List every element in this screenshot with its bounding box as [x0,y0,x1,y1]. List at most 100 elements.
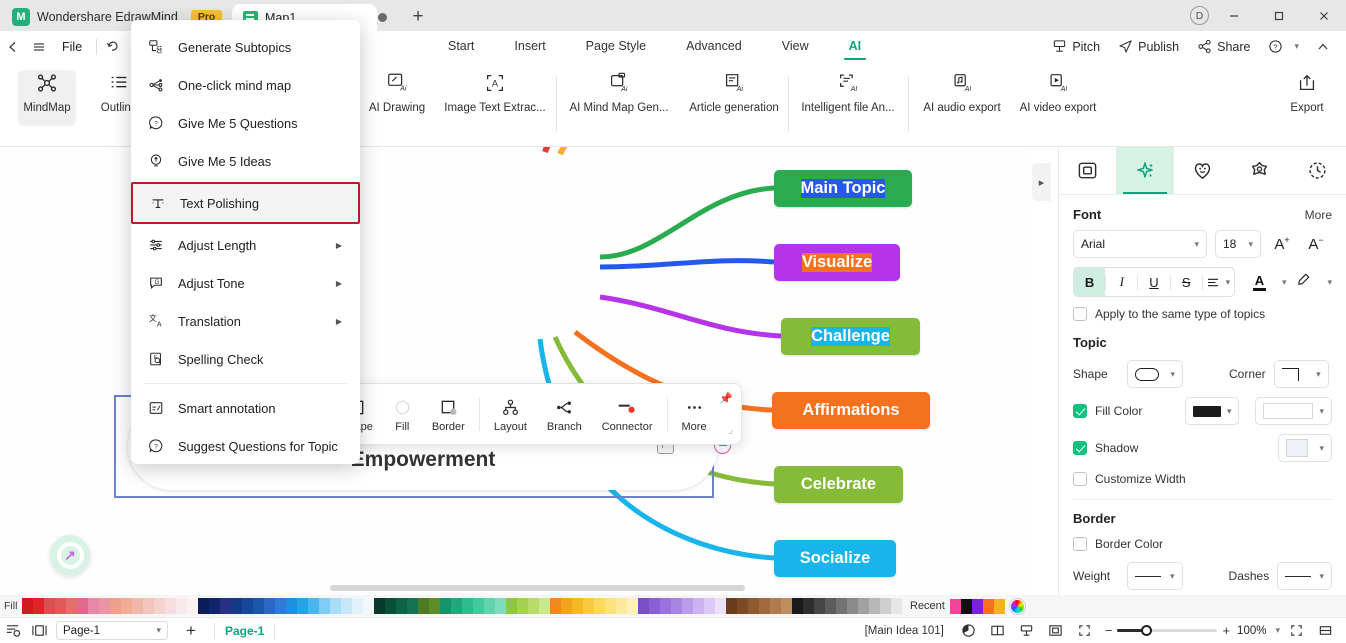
menu-item-generate-subtopics[interactable]: Generate Subtopics [131,28,360,66]
fill-swatch[interactable] [374,598,385,614]
help-caret-icon[interactable]: ▾ [1294,41,1299,52]
topic-format-toolbar[interactable]: Shape Fill Border Layout [330,383,742,445]
fill-swatch[interactable] [286,598,297,614]
zoom-slider[interactable] [1117,625,1218,636]
avatar[interactable]: D [1190,6,1209,25]
tab-history-panel[interactable] [1289,147,1346,194]
topic-node-celebrate[interactable]: Celebrate [774,466,903,503]
fit-screen-icon[interactable] [1283,618,1309,643]
center-icon[interactable] [1312,618,1338,643]
fill-swatch[interactable] [825,598,836,614]
zoom-in-button[interactable]: + [1222,623,1230,638]
fill-swatch[interactable] [440,598,451,614]
fill-swatch[interactable] [264,598,275,614]
tab-insert[interactable]: Insert [494,31,565,62]
fill-swatch[interactable] [561,598,572,614]
fill-swatch[interactable] [693,598,704,614]
ribbon-mindmap-button[interactable]: MindMap [18,68,76,114]
layout-button[interactable]: Layout [484,395,537,433]
apply-same-type-row[interactable]: Apply to the same type of topics [1073,307,1332,321]
fill-swatch[interactable] [242,598,253,614]
shape-select[interactable]: ▾ [1127,360,1183,388]
shadow-swatch-select[interactable]: ▾ [1278,434,1332,462]
tab-emoji-panel[interactable] [1174,147,1231,194]
fill-swatch[interactable] [308,598,319,614]
menu-item-smart-annotation[interactable]: Smart annotation [131,389,360,427]
menu-item-text-polishing[interactable]: Text Polishing [131,182,360,224]
connector-button[interactable]: Connector [592,395,663,433]
fill-swatch[interactable] [539,598,550,614]
help-button[interactable]: ? ▾ [1261,39,1306,54]
ribbon-intelligent-file-analysis-button[interactable]: AI Intelligent file An... [790,68,906,114]
zoom-out-button[interactable]: − [1105,623,1113,638]
fill-swatch[interactable] [506,598,517,614]
border-color-checkbox[interactable] [1073,537,1087,551]
outline-view-icon[interactable] [0,618,26,643]
tab-ai[interactable]: AI [829,31,882,62]
fill-swatch[interactable] [770,598,781,614]
fill-swatch[interactable] [638,598,649,614]
fill-color-secondary-select[interactable]: ▾ [1255,397,1332,425]
fill-swatch[interactable] [110,598,121,614]
fill-swatch-strip[interactable] [22,598,902,614]
fill-swatch[interactable] [319,598,330,614]
fill-swatch[interactable] [759,598,770,614]
pitch-button[interactable]: Pitch [1045,39,1107,54]
zoom-slider-knob[interactable] [1141,625,1153,636]
fill-swatch[interactable] [297,598,308,614]
menu-item-spelling-check[interactable]: E Spelling Check [131,340,360,378]
tab-sticker-panel[interactable] [1231,147,1288,194]
ribbon-ai-mindmap-gen-button[interactable]: Ai AI Mind Map Gen... [558,68,680,114]
fill-swatch[interactable] [792,598,803,614]
menu-item-adjust-length[interactable]: Adjust Length ▶ [131,226,360,264]
fill-swatch[interactable] [121,598,132,614]
resize-grip-icon[interactable]: ⌟ [728,425,733,436]
branch-button[interactable]: Branch [537,395,592,433]
fill-swatch[interactable] [891,598,902,614]
fill-swatch[interactable] [99,598,110,614]
fill-swatch[interactable] [550,598,561,614]
file-menu-button[interactable]: File [52,40,92,54]
decrease-font-icon[interactable]: A − [1303,231,1329,257]
zoom-value[interactable]: 100% [1237,625,1266,637]
fill-swatch[interactable] [462,598,473,614]
topic-node-socialize[interactable]: Socialize [774,540,896,577]
apply-same-type-checkbox[interactable] [1073,307,1087,321]
strikethrough-button[interactable]: S [1171,268,1202,296]
fill-swatch[interactable] [583,598,594,614]
book-view-icon[interactable] [985,618,1011,643]
fill-swatch[interactable] [341,598,352,614]
fill-swatch[interactable] [363,598,374,614]
fill-button[interactable]: Fill [383,395,422,433]
fill-swatch[interactable] [396,598,407,614]
fill-swatch[interactable] [495,598,506,614]
fill-swatch[interactable] [605,598,616,614]
fill-swatch[interactable] [143,598,154,614]
pin-icon[interactable]: 📌 [719,392,733,405]
menu-item-one-click-mind-map[interactable]: One-click mind map [131,66,360,104]
topic-node-affirmations[interactable]: Affirmations [772,392,930,429]
fill-swatch[interactable] [418,598,429,614]
fill-swatch[interactable] [33,598,44,614]
tab-style-panel[interactable] [1059,147,1116,194]
increase-font-icon[interactable]: A + [1269,231,1295,257]
menu-item-translation[interactable]: 文A Translation ▶ [131,302,360,340]
chevron-down-icon[interactable]: ▾ [1282,277,1287,288]
fill-swatch[interactable] [517,598,528,614]
border-color-row[interactable]: Border Color [1073,537,1332,551]
fill-swatch[interactable] [847,598,858,614]
highlighter-icon[interactable] [1296,272,1311,292]
ai-dropdown-menu[interactable]: Generate Subtopics One-click mind map ? … [131,20,360,464]
fill-swatch[interactable] [704,598,715,614]
fill-color-checkbox[interactable] [1073,404,1087,418]
ribbon-ai-drawing-button[interactable]: Ai AI Drawing [360,68,434,114]
corner-select[interactable]: ▾ [1273,360,1329,388]
fill-swatch[interactable] [154,598,165,614]
fill-swatch[interactable] [814,598,825,614]
ribbon-article-generation-button[interactable]: Ai Article generation [678,68,790,114]
fill-swatch[interactable] [803,598,814,614]
fill-swatch[interactable] [275,598,286,614]
fill-swatch[interactable] [44,598,55,614]
ribbon-ai-video-export-button[interactable]: AI AI video export [1010,68,1106,114]
font-family-select[interactable]: Arial ▾ [1073,230,1207,258]
